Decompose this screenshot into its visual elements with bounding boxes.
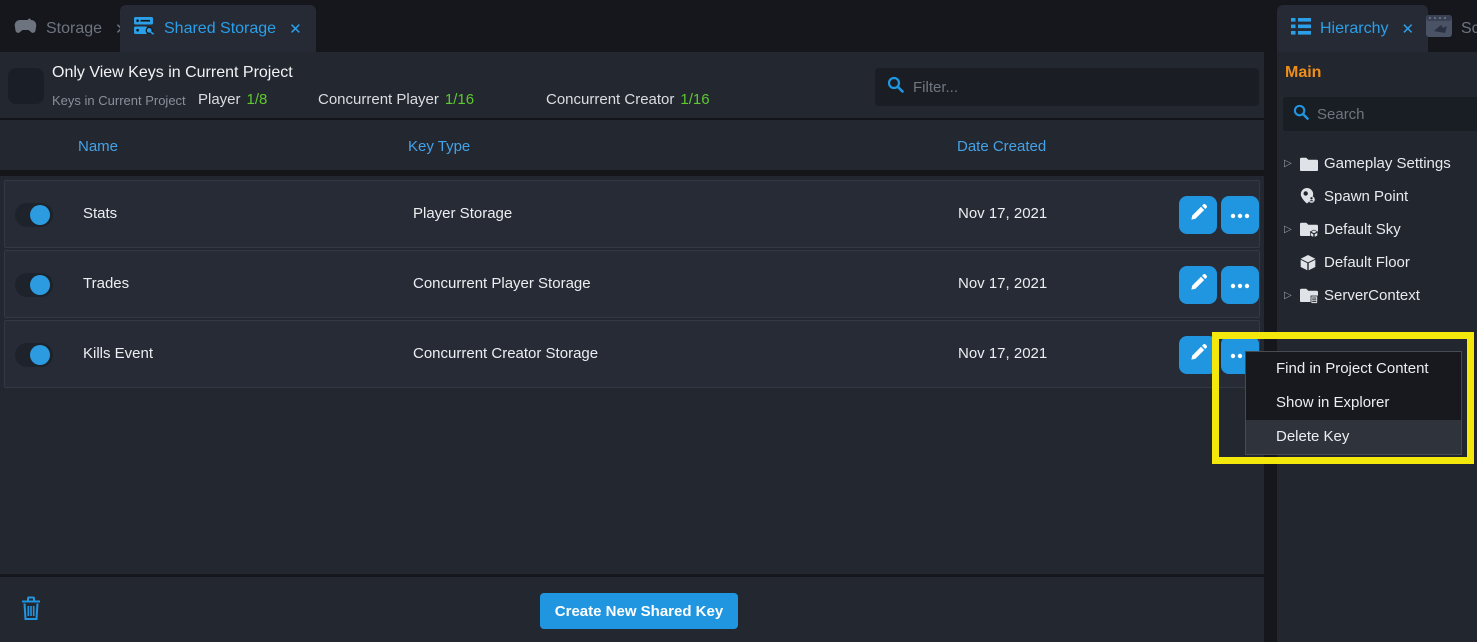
tab-label: Shared Storage	[164, 20, 276, 38]
pencil-icon	[1190, 344, 1207, 366]
keys-in-project-label: Keys in Current Project	[52, 93, 186, 108]
tab-strip: Storage ✕ Shared Storage ✕ Hierarchy ✕ S…	[0, 0, 1477, 52]
hierarchy-search-input[interactable]	[1317, 106, 1473, 123]
panel-divider	[1264, 52, 1277, 642]
concurrent-player-quota: Concurrent Player1/16	[318, 91, 474, 108]
expand-arrow-icon[interactable]: ▷	[1284, 290, 1300, 301]
column-header-name[interactable]: Name	[78, 138, 118, 155]
ellipsis-icon	[1230, 276, 1250, 294]
shared-storage-icon	[134, 17, 155, 40]
ellipsis-icon	[1230, 206, 1250, 224]
tree-item-label: Default Floor	[1324, 254, 1410, 271]
tree-item-default-floor[interactable]: Default Floor	[1277, 246, 1477, 279]
key-name: Stats	[83, 205, 117, 222]
cube-icon	[1300, 255, 1324, 271]
divider	[0, 574, 1264, 577]
more-options-button[interactable]	[1221, 266, 1259, 304]
player-quota-value: 1/8	[247, 91, 268, 108]
tab-label: Sce	[1461, 20, 1477, 38]
toggle-knob	[30, 205, 50, 225]
tab-scene[interactable]: Sce	[1412, 5, 1477, 52]
clapperboard-icon	[1426, 15, 1452, 42]
filter-input[interactable]	[913, 79, 1247, 96]
more-options-button[interactable]	[1221, 196, 1259, 234]
key-name: Kills Event	[83, 345, 153, 362]
search-icon	[1293, 104, 1309, 125]
menu-item-delete-key[interactable]: Delete Key	[1246, 420, 1461, 454]
divider	[0, 118, 1264, 120]
key-type: Concurrent Creator Storage	[413, 345, 598, 362]
key-name: Trades	[83, 275, 129, 292]
tab-shared-storage[interactable]: Shared Storage ✕	[120, 5, 316, 52]
toggle-knob	[30, 275, 50, 295]
expand-arrow-icon[interactable]: ▷	[1284, 158, 1300, 169]
menu-item-find-in-project-content[interactable]: Find in Project Content	[1246, 352, 1461, 386]
tab-label: Hierarchy	[1320, 20, 1388, 38]
tree-item-label: Spawn Point	[1324, 188, 1408, 205]
table-row: Stats Player Storage Nov 17, 2021	[4, 180, 1260, 248]
folder-sky-icon	[1300, 222, 1324, 238]
enable-toggle[interactable]	[15, 203, 53, 227]
tree-item-label: Default Sky	[1324, 221, 1401, 238]
folder-server-icon	[1300, 288, 1324, 304]
pencil-icon	[1190, 204, 1207, 226]
tab-label: Storage	[46, 20, 102, 38]
edit-key-button[interactable]	[1179, 196, 1217, 234]
edit-key-button[interactable]	[1179, 336, 1217, 374]
filter-field[interactable]	[875, 68, 1259, 106]
tree-item-servercontext[interactable]: ▷ ServerContext	[1277, 279, 1477, 312]
key-type: Player Storage	[413, 205, 512, 222]
delete-trash-icon[interactable]	[21, 596, 41, 626]
panel-title: Only View Keys in Current Project	[52, 64, 293, 82]
column-header-date-created[interactable]: Date Created	[957, 138, 1046, 155]
date-created: Nov 17, 2021	[958, 205, 1047, 222]
concurrent-creator-quota: Concurrent Creator1/16	[546, 91, 710, 108]
tree-item-label: Gameplay Settings	[1324, 155, 1451, 172]
expand-arrow-icon[interactable]: ▷	[1284, 224, 1300, 235]
table-row: Kills Event Concurrent Creator Storage N…	[4, 320, 1260, 388]
hierarchy-search-field[interactable]	[1283, 97, 1477, 131]
enable-toggle[interactable]	[15, 273, 53, 297]
table-row: Trades Concurrent Player Storage Nov 17,…	[4, 250, 1260, 318]
edit-key-button[interactable]	[1179, 266, 1217, 304]
hierarchy-icon	[1291, 18, 1311, 40]
date-created: Nov 17, 2021	[958, 345, 1047, 362]
tree-item-spawn-point[interactable]: Spawn Point	[1277, 180, 1477, 213]
create-new-shared-key-button[interactable]: Create New Shared Key	[540, 593, 738, 629]
divider	[0, 170, 1264, 176]
shared-storage-panel: Only View Keys in Current Project Keys i…	[0, 52, 1264, 642]
tab-hierarchy[interactable]: Hierarchy ✕	[1277, 5, 1428, 52]
tree-item-default-sky[interactable]: ▷ Default Sky	[1277, 213, 1477, 246]
enable-toggle[interactable]	[15, 343, 53, 367]
menu-item-show-in-explorer[interactable]: Show in Explorer	[1246, 386, 1461, 420]
player-quota: Player1/8	[198, 91, 267, 108]
key-type: Concurrent Player Storage	[413, 275, 591, 292]
hierarchy-root-label: Main	[1285, 64, 1321, 82]
column-header-key-type[interactable]: Key Type	[408, 138, 470, 155]
close-icon[interactable]: ✕	[289, 20, 302, 38]
folder-icon	[1300, 157, 1324, 171]
search-icon	[887, 76, 904, 98]
concurrent-player-quota-value: 1/16	[445, 91, 474, 108]
date-created: Nov 17, 2021	[958, 275, 1047, 292]
pencil-icon	[1190, 274, 1207, 296]
only-current-project-checkbox[interactable]	[8, 68, 44, 104]
gamepad-icon	[14, 18, 37, 39]
concurrent-creator-quota-value: 1/16	[680, 91, 709, 108]
key-context-menu: Find in Project Content Show in Explorer…	[1245, 351, 1462, 455]
hierarchy-panel: Main ▷ Gameplay Settings Spawn Point ▷ D…	[1277, 52, 1477, 642]
toggle-knob	[30, 345, 50, 365]
tree-item-label: ServerContext	[1324, 287, 1420, 304]
spawn-point-icon	[1300, 188, 1324, 205]
tree-item-gameplay-settings[interactable]: ▷ Gameplay Settings	[1277, 147, 1477, 180]
